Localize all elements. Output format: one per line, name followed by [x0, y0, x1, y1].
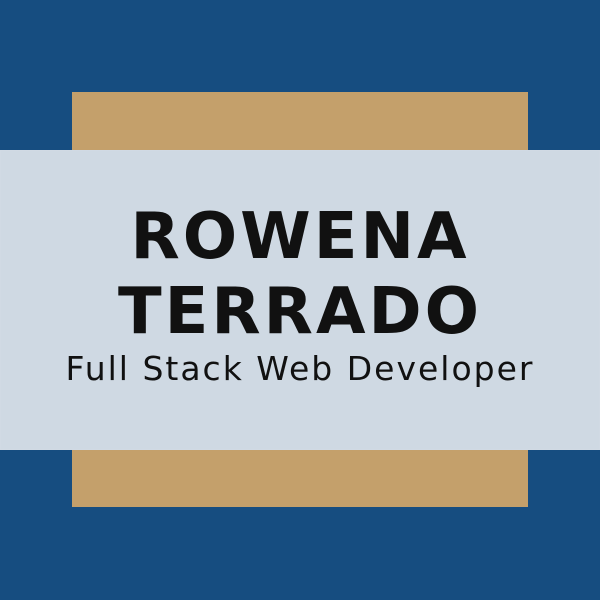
text-content: ROWENA TERRADO Full Stack Web Developer — [0, 150, 600, 450]
name-line-first: ROWENA — [130, 200, 470, 274]
name-line-last: TERRADO — [118, 275, 482, 349]
job-title: Full Stack Web Developer — [65, 349, 535, 388]
